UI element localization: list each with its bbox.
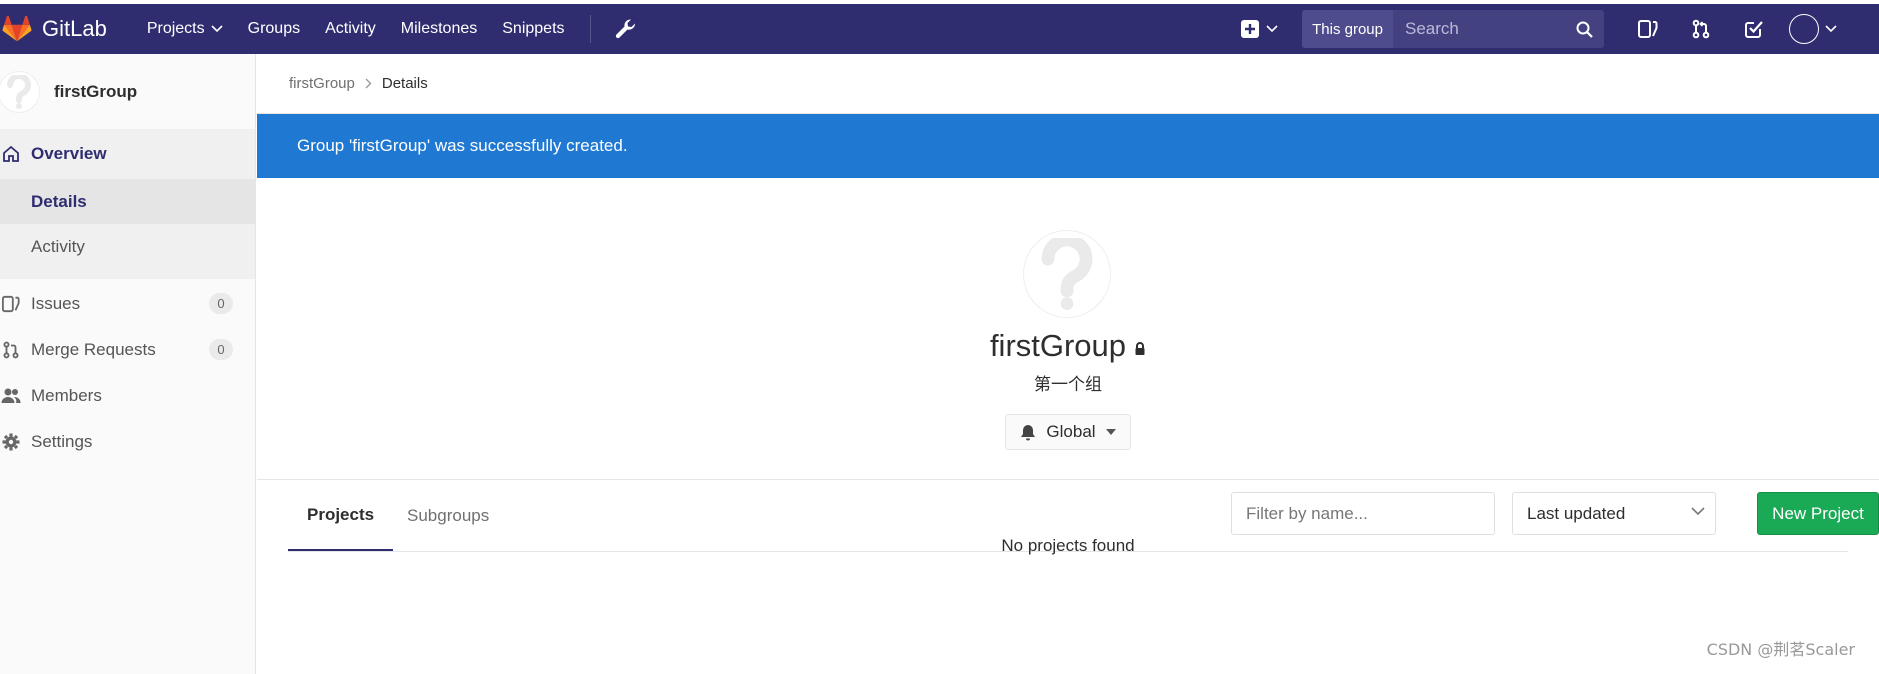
user-menu-button[interactable] bbox=[1789, 14, 1837, 44]
sidebar: firstGroup Overview Details Activity Iss… bbox=[0, 54, 256, 674]
home-icon bbox=[1, 144, 21, 164]
nav-milestones[interactable]: Milestones bbox=[401, 20, 477, 38]
new-project-button[interactable]: New Project bbox=[1757, 492, 1879, 535]
search-icon bbox=[1576, 21, 1593, 38]
chevron-down-icon bbox=[1691, 507, 1705, 516]
users-icon bbox=[1, 386, 21, 406]
avatar bbox=[1789, 14, 1819, 44]
sidebar-submenu-overview: Details Activity bbox=[0, 179, 255, 279]
breadcrumb-current[interactable]: Details bbox=[382, 75, 428, 92]
gitlab-home-link[interactable]: GitLab bbox=[0, 4, 107, 54]
right-nav: This group bbox=[1240, 4, 1879, 54]
merge-requests-shortcut-button[interactable] bbox=[1683, 11, 1719, 47]
admin-area-link[interactable] bbox=[611, 14, 641, 44]
merge-requests-count-badge: 0 bbox=[209, 339, 233, 360]
merge-request-icon bbox=[1, 340, 21, 360]
sidebar-item-overview[interactable]: Overview bbox=[0, 129, 255, 179]
top-navbar: GitLab Projects Groups Activity Mileston… bbox=[0, 4, 1879, 54]
sidebar-item-issues[interactable]: Issues 0 bbox=[0, 281, 255, 326]
flash-notice: Group 'firstGroup' was successfully crea… bbox=[257, 114, 1879, 178]
nav-activity[interactable]: Activity bbox=[325, 20, 376, 38]
main-nav: Projects Groups Activity Milestones Snip… bbox=[147, 4, 641, 54]
new-dropdown-button[interactable] bbox=[1240, 19, 1278, 39]
filter-by-name-input[interactable] bbox=[1231, 492, 1495, 535]
sidebar-subitem-details[interactable]: Details bbox=[0, 179, 255, 224]
search-scope-badge[interactable]: This group bbox=[1302, 10, 1393, 48]
chevron-down-icon bbox=[1266, 25, 1278, 33]
sidebar-context-header[interactable]: firstGroup bbox=[0, 54, 255, 129]
sidebar-item-label: Merge Requests bbox=[31, 339, 156, 359]
sidebar-item-label: Overview bbox=[31, 144, 107, 163]
issues-icon bbox=[1, 294, 21, 314]
bell-icon bbox=[1020, 424, 1036, 441]
sidebar-item-merge-requests[interactable]: Merge Requests 0 bbox=[0, 327, 255, 372]
issues-icon bbox=[1638, 20, 1658, 38]
todos-shortcut-button[interactable] bbox=[1736, 11, 1772, 47]
sidebar-item-label: Members bbox=[31, 385, 102, 405]
lock-icon bbox=[1134, 342, 1146, 356]
notification-level-dropdown[interactable]: Global bbox=[1005, 414, 1131, 450]
watermark: CSDN @荆茗Scaler bbox=[1706, 640, 1855, 659]
search-box: This group bbox=[1302, 10, 1604, 48]
sidebar-item-label: Settings bbox=[31, 431, 93, 451]
sidebar-item-members[interactable]: Members bbox=[0, 373, 255, 418]
chevron-down-icon bbox=[1825, 25, 1837, 33]
empty-state-message: No projects found bbox=[1001, 536, 1135, 555]
group-home-panel: firstGroup 第一个组 Global bbox=[257, 178, 1879, 480]
main-content: firstGroup Details Group 'firstGroup' wa… bbox=[257, 54, 1879, 674]
group-name: firstGroup bbox=[989, 328, 1127, 363]
wrench-icon bbox=[615, 19, 635, 39]
search-input[interactable] bbox=[1393, 10, 1576, 48]
question-mark-icon bbox=[1041, 238, 1093, 310]
issues-count-badge: 0 bbox=[209, 293, 233, 314]
chevron-down-icon bbox=[211, 25, 223, 33]
gitlab-logo-icon bbox=[2, 16, 32, 42]
merge-request-icon bbox=[1692, 19, 1710, 39]
sidebar-group-name: firstGroup bbox=[54, 81, 138, 101]
todo-check-icon bbox=[1745, 21, 1763, 38]
nav-groups[interactable]: Groups bbox=[248, 20, 300, 38]
group-description: 第一个组 bbox=[1034, 375, 1102, 395]
breadcrumb-group-link[interactable]: firstGroup bbox=[289, 75, 355, 92]
group-title: firstGroup bbox=[257, 328, 1879, 364]
flash-message: Group 'firstGroup' was successfully crea… bbox=[297, 136, 628, 155]
brand-name: GitLab bbox=[42, 16, 107, 41]
question-mark-icon bbox=[6, 74, 31, 109]
gear-icon bbox=[1, 432, 21, 452]
group-avatar bbox=[1023, 230, 1111, 318]
group-avatar-small bbox=[0, 70, 40, 113]
nav-projects-label: Projects bbox=[146, 20, 205, 37]
nav-divider bbox=[589, 15, 591, 43]
nav-snippets[interactable]: Snippets bbox=[502, 20, 564, 38]
sort-dropdown[interactable]: Last updated bbox=[1512, 492, 1716, 535]
caret-down-icon bbox=[1105, 429, 1116, 435]
issues-shortcut-button[interactable] bbox=[1630, 11, 1666, 47]
sidebar-subitem-activity[interactable]: Activity bbox=[0, 224, 255, 269]
breadcrumb: firstGroup Details bbox=[257, 54, 1879, 114]
sidebar-item-label: Issues bbox=[31, 293, 81, 313]
notification-level-label: Global bbox=[1046, 422, 1096, 441]
sidebar-item-settings[interactable]: Settings bbox=[0, 419, 255, 464]
sort-dropdown-value: Last updated bbox=[1527, 503, 1626, 523]
nav-projects[interactable]: Projects bbox=[147, 20, 223, 38]
chevron-right-icon bbox=[365, 78, 372, 89]
plus-square-icon bbox=[1241, 20, 1260, 38]
search-button[interactable] bbox=[1576, 10, 1604, 48]
